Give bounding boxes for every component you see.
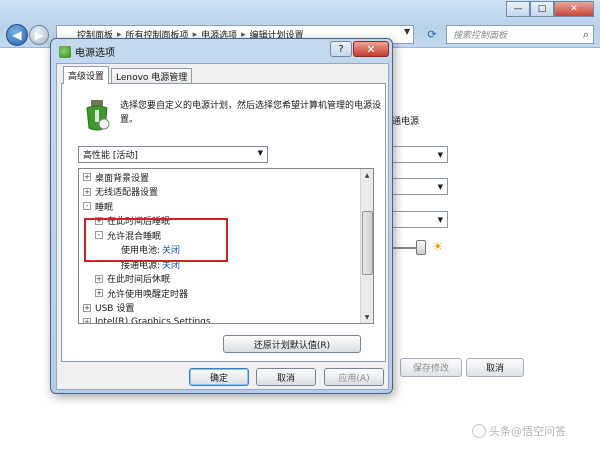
brightness-slider-handle[interactable] <box>416 240 426 255</box>
setting-dropdown[interactable]: ▼ <box>392 178 448 195</box>
tree-item[interactable]: - 睡眠 <box>83 199 113 213</box>
apply-button[interactable]: 应用(A) <box>324 368 384 386</box>
power-plan-select[interactable]: 高性能 [活动] ▼ <box>78 146 268 163</box>
window-cancel-button[interactable]: 取消 <box>466 358 524 377</box>
tree-item[interactable]: + 无线适配器设置 <box>83 185 158 199</box>
setting-dropdown[interactable]: ▼ <box>392 211 448 228</box>
power-plan-selected-value: 高性能 [活动] <box>83 151 138 161</box>
collapse-icon[interactable]: - <box>83 202 91 210</box>
maximize-button[interactable]: □ <box>530 1 554 17</box>
expand-icon[interactable]: + <box>83 318 91 323</box>
refresh-icon[interactable]: ⟳ <box>422 25 442 44</box>
power-options-icon <box>59 45 71 58</box>
tab-advanced-settings[interactable]: 高级设置 <box>63 66 110 84</box>
expand-icon[interactable]: + <box>95 274 103 283</box>
back-arrow-icon: ◀ <box>12 28 22 42</box>
tree-item[interactable]: + 在此时间后休眠 <box>95 272 170 286</box>
cancel-button[interactable]: 取消 <box>256 368 316 386</box>
search-input[interactable]: 搜索控制面板 ⌕ <box>446 25 594 44</box>
tree-item-label: 允许使用唤醒定时器 <box>107 289 189 300</box>
ok-button[interactable]: 确定 <box>189 368 249 386</box>
dialog-title: 电源选项 <box>59 44 115 59</box>
minimize-button[interactable]: — <box>506 1 530 17</box>
tree-item[interactable]: + 允许使用唤醒定时器 <box>95 286 188 300</box>
plugged-in-label: 通电源 <box>392 117 420 127</box>
brightness-slider-track[interactable] <box>392 247 416 249</box>
expand-icon[interactable]: + <box>83 173 91 181</box>
tree-item-label: 睡眠 <box>95 202 114 213</box>
tree-scrollbar[interactable]: ▲ ▼ <box>360 169 373 323</box>
save-changes-button[interactable]: 保存修改 <box>400 358 462 377</box>
tree-item-label: USB 设置 <box>95 304 135 314</box>
chevron-down-icon: ▼ <box>437 150 443 159</box>
tree-item-label: 桌面背景设置 <box>95 173 150 184</box>
chevron-down-icon: ▼ <box>437 182 443 191</box>
forward-arrow-icon: ▶ <box>34 28 44 42</box>
forward-button[interactable]: ▶ <box>29 25 49 45</box>
watermark-text: 头条@悟空问答 <box>489 425 566 438</box>
address-dropdown-icon[interactable]: ▼ <box>404 27 410 36</box>
expand-icon[interactable]: + <box>83 303 91 312</box>
highlight-annotation <box>84 218 228 262</box>
tree-item[interactable]: + Intel(R) Graphics Settings <box>83 315 211 324</box>
power-options-dialog: 电源选项 ? ✕ 高级设置 Lenovo 电源管理 选择您要自定义的电源计划，然… <box>50 38 393 394</box>
tree-item-label: Intel(R) Graphics Settings <box>95 317 211 324</box>
tab-lenovo-power[interactable]: Lenovo 电源管理 <box>111 68 193 84</box>
power-plan-icon <box>86 100 110 131</box>
scroll-up-icon[interactable]: ▲ <box>361 169 373 181</box>
tree-item[interactable]: + 桌面背景设置 <box>83 170 149 184</box>
plan-description: 选择您要自定义的电源计划，然后选择您希望计算机管理的电源设置。 <box>120 101 382 125</box>
watermark: 头条@悟空问答 <box>472 423 566 439</box>
back-button[interactable]: ◀ <box>6 24 28 46</box>
tree-item-label: 在此时间后休眠 <box>107 275 171 285</box>
expand-icon[interactable]: + <box>83 187 91 196</box>
brightness-icon: ☀ <box>432 240 444 255</box>
close-button[interactable]: ✕ <box>554 1 594 17</box>
scrollbar-thumb[interactable] <box>362 211 373 275</box>
chevron-down-icon: ▼ <box>257 149 263 157</box>
tree-item-label: 无线适配器设置 <box>95 188 159 198</box>
watermark-logo-icon <box>472 424 486 438</box>
restore-defaults-button[interactable]: 还原计划默认值(R) <box>223 335 361 353</box>
search-icon[interactable]: ⌕ <box>583 28 589 42</box>
caption-buttons: — □ ✕ <box>506 1 594 17</box>
tree-item[interactable]: + USB 设置 <box>83 301 134 315</box>
setting-dropdown[interactable]: ▼ <box>392 146 448 163</box>
help-button[interactable]: ? <box>330 41 352 57</box>
chevron-down-icon: ▼ <box>437 215 443 224</box>
search-placeholder: 搜索控制面板 <box>453 31 508 41</box>
expand-icon[interactable]: + <box>95 289 103 297</box>
dialog-title-text: 电源选项 <box>75 48 115 59</box>
scroll-down-icon[interactable]: ▼ <box>361 311 373 323</box>
dialog-close-button[interactable]: ✕ <box>353 41 389 57</box>
